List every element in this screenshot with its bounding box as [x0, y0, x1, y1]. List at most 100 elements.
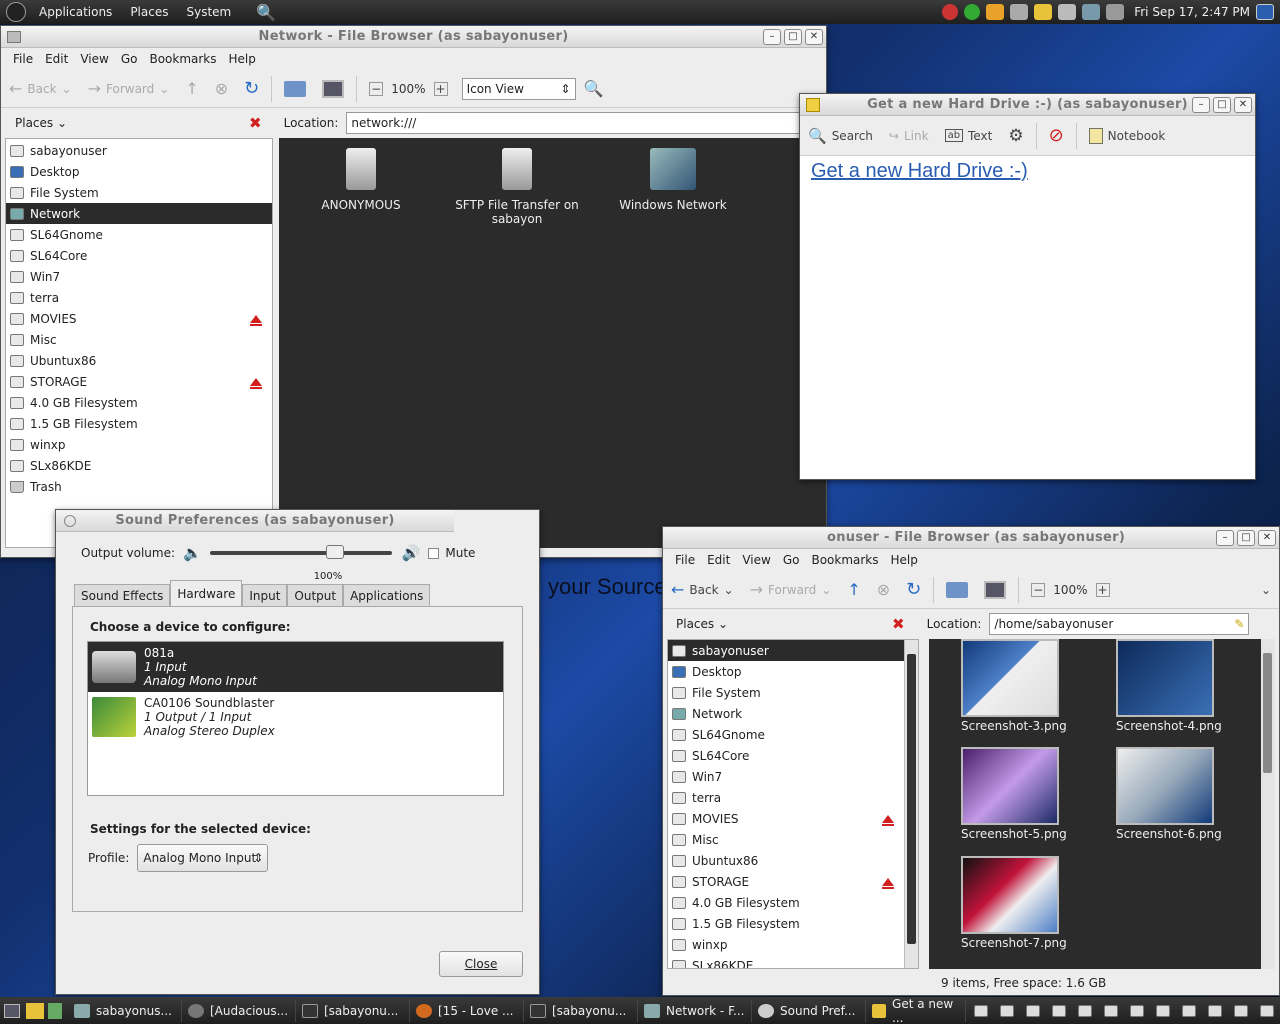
task-button[interactable]: Network - F... [638, 999, 752, 1022]
tab-hardware[interactable]: Hardware [170, 580, 243, 606]
up-button[interactable]: ↑ [177, 79, 206, 98]
drive-icon[interactable] [1182, 1004, 1196, 1017]
location-input[interactable]: /home/sabayonuser ✎ [989, 613, 1250, 635]
network-item-sftp[interactable]: SFTP File Transfer on sabayon [447, 148, 587, 226]
maximize-button[interactable]: □ [1237, 529, 1255, 546]
sidebar-item-terra[interactable]: terra [6, 287, 272, 308]
sidebar-item-ubuntux86[interactable]: Ubuntux86 [6, 350, 272, 371]
reload-button[interactable]: ↻ [898, 579, 929, 600]
drive-icon[interactable] [1234, 1004, 1248, 1017]
zoom-in-button[interactable]: + [1088, 582, 1118, 597]
menu-help[interactable]: Help [885, 553, 924, 567]
network-item-windows-network[interactable]: Windows Network [613, 148, 733, 212]
drive-icon[interactable] [1052, 1004, 1066, 1017]
drive-icon[interactable] [1026, 1004, 1040, 1017]
menu-view[interactable]: View [74, 52, 114, 66]
forward-button[interactable]: → Forward ⌄ [742, 580, 840, 599]
sidebar-item-sl64core[interactable]: SL64Core [668, 745, 904, 766]
menu-go[interactable]: Go [777, 553, 806, 567]
device-row[interactable]: CA0106 Soundblaster 1 Output / 1 Input A… [88, 692, 503, 742]
close-sidebar-icon[interactable]: ✖ [892, 615, 905, 633]
sidebar-item-slx86kde[interactable]: SLx86KDE [6, 455, 272, 476]
tab-sound-effects[interactable]: Sound Effects [74, 584, 171, 606]
sidebar-item-1-5gb-filesystem[interactable]: 1.5 GB Filesystem [668, 913, 904, 934]
forward-button[interactable]: → Forward ⌄ [80, 79, 178, 98]
sidebar-item-misc[interactable]: Misc [6, 329, 272, 350]
network-monitor-icon[interactable] [48, 1002, 62, 1019]
sidebar-item-network[interactable]: Network [6, 203, 272, 224]
menu-file[interactable]: File [669, 553, 701, 567]
eject-icon[interactable] [882, 814, 894, 826]
drive-icon[interactable] [1078, 1004, 1092, 1017]
close-button[interactable]: Close [439, 951, 523, 977]
sidebar-item-sl64gnome[interactable]: SL64Gnome [6, 224, 272, 245]
file-item[interactable]: Screenshot-5.png [961, 747, 1067, 841]
back-button[interactable]: ← Back ⌄ [1, 79, 80, 98]
sidebar-scrollbar[interactable] [904, 640, 918, 968]
note-text-button[interactable]: ab Text [937, 129, 1001, 143]
sidebar-item-slx86kde[interactable]: SLx86KDE [668, 955, 904, 968]
file-item[interactable]: Screenshot-4.png [1116, 639, 1222, 733]
computer-button[interactable] [314, 79, 352, 98]
file-item[interactable]: Screenshot-3.png [961, 639, 1067, 733]
zoom-in-button[interactable]: + [426, 81, 456, 96]
sidebar-item-winxp[interactable]: winxp [668, 934, 904, 955]
folder-icon[interactable] [1034, 4, 1053, 20]
device-row[interactable]: 081a 1 Input Analog Mono Input [88, 642, 503, 692]
clear-icon[interactable]: ✎ [1234, 617, 1244, 631]
system-menu[interactable]: System [177, 5, 240, 19]
sidebar-item-terra[interactable]: terra [668, 787, 904, 808]
sidebar-item-desktop[interactable]: Desktop [668, 661, 904, 682]
title-bar[interactable]: onuser - File Browser (as sabayonuser) –… [663, 527, 1279, 549]
zoom-out-button[interactable]: − [361, 81, 391, 96]
sidebar-item-4gb-filesystem[interactable]: 4.0 GB Filesystem [6, 392, 272, 413]
title-bar[interactable]: Get a new Hard Drive :-) (as sabayonuser… [800, 94, 1255, 116]
workspace-switcher[interactable] [1256, 4, 1274, 20]
location-input[interactable]: network:/// [346, 112, 807, 134]
eject-icon[interactable] [250, 314, 262, 326]
scrollbar-thumb[interactable] [1263, 653, 1272, 773]
close-sidebar-icon[interactable]: ✖ [249, 114, 262, 132]
update-icon[interactable] [942, 4, 959, 20]
places-dropdown[interactable]: Places ⌄ [15, 116, 67, 130]
minimize-button[interactable]: – [1216, 529, 1234, 546]
title-bar[interactable]: Sound Preferences (as sabayonuser) [56, 510, 454, 532]
sidebar-item-win7[interactable]: Win7 [6, 266, 272, 287]
search-button[interactable]: 🔍 [576, 79, 612, 98]
stop-button[interactable]: ⊗ [207, 79, 236, 98]
printer-icon[interactable] [1106, 4, 1125, 20]
sidebar-item-winxp[interactable]: winxp [6, 434, 272, 455]
tools-icon[interactable] [1010, 4, 1029, 20]
home-button[interactable] [938, 581, 976, 598]
places-dropdown[interactable]: Places ⌄ [676, 617, 728, 631]
eject-icon[interactable] [882, 877, 894, 889]
maximize-button[interactable]: □ [784, 28, 802, 45]
sidebar-item-trash[interactable]: Trash [6, 476, 272, 497]
task-button[interactable]: Sound Pref... [752, 999, 866, 1022]
show-desktop-icon[interactable] [4, 1003, 20, 1018]
note-body[interactable]: Get a new Hard Drive :-) [800, 156, 1255, 479]
minimize-button[interactable]: – [1192, 96, 1210, 113]
profile-select[interactable]: Analog Mono Input ⇕ [137, 844, 269, 872]
close-button[interactable]: ✕ [805, 28, 823, 45]
view-mode-select[interactable]: Icon View ⇕ [461, 77, 576, 100]
eject-icon[interactable] [250, 377, 262, 389]
drive-icon[interactable] [974, 1004, 988, 1017]
scrollbar-thumb[interactable] [907, 654, 916, 944]
sidebar-item-network[interactable]: Network [668, 703, 904, 724]
sidebar-item-desktop[interactable]: Desktop [6, 161, 272, 182]
task-button[interactable]: sabayonus... [68, 999, 182, 1022]
sidebar-item-ubuntux86[interactable]: Ubuntux86 [668, 850, 904, 871]
title-bar[interactable]: Network - File Browser (as sabayonuser) … [1, 26, 826, 48]
drive-icon[interactable] [1260, 1004, 1274, 1017]
note-search-button[interactable]: 🔍 Search [800, 127, 881, 145]
note-tools-button[interactable]: ⚙ [1000, 126, 1031, 146]
drive-icon[interactable] [1000, 1004, 1014, 1017]
places-menu[interactable]: Places [121, 5, 177, 19]
menu-edit[interactable]: Edit [701, 553, 736, 567]
close-button[interactable]: ✕ [1258, 529, 1276, 546]
task-button[interactable]: [sabayonu... [296, 999, 410, 1022]
note-delete-button[interactable]: ⊘ [1041, 125, 1072, 146]
volume-slider[interactable]: 100% [209, 545, 392, 582]
sidebar-item-movies[interactable]: MOVIES [6, 308, 272, 329]
